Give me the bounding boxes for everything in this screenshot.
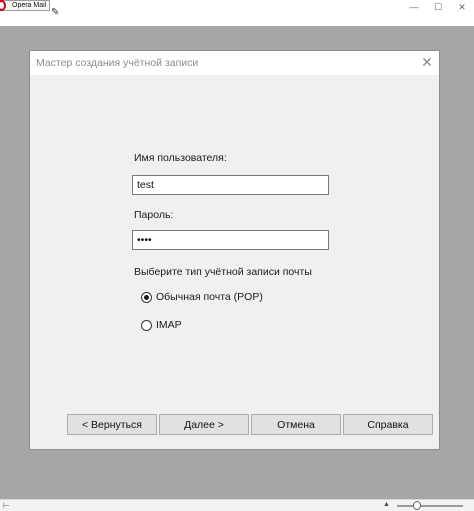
app-topbar: Opera Mail ✎ — ☐ ✕ <box>0 0 474 26</box>
close-icon[interactable]: ✕ <box>450 0 474 14</box>
dialog-titlebar: Мастер создания учётной записи ✕ <box>30 51 439 75</box>
radio-imap-option[interactable]: IMAP <box>141 319 182 331</box>
window-controls: — ☐ ✕ <box>402 0 474 14</box>
cancel-button[interactable]: Отмена <box>251 414 341 435</box>
opera-logo-icon <box>0 0 10 11</box>
radio-imap[interactable] <box>141 319 152 331</box>
panel-toggle-icon[interactable]: ⊢ <box>3 501 10 510</box>
username-field[interactable] <box>132 175 329 195</box>
statusbar: ⊢ ▲ <box>0 499 474 511</box>
password-label: Пароль: <box>134 209 174 221</box>
account-wizard-dialog: Мастер создания учётной записи ✕ Имя пол… <box>29 50 440 450</box>
app-tab[interactable]: Opera Mail <box>0 0 51 11</box>
dialog-button-row: < Вернуться Далее > Отмена Справка <box>67 414 433 435</box>
radio-pop[interactable] <box>141 291 152 303</box>
radio-pop-label: Обычная почта (POP) <box>156 291 263 303</box>
close-icon[interactable]: ✕ <box>419 54 435 70</box>
zoom-slider-track[interactable] <box>397 505 463 507</box>
minimize-icon[interactable]: — <box>402 0 426 14</box>
radio-pop-option[interactable]: Обычная почта (POP) <box>141 291 263 303</box>
maximize-icon[interactable]: ☐ <box>426 0 450 14</box>
compose-icon[interactable]: ✎ <box>51 7 62 18</box>
app-tab-label: Opera Mail <box>12 2 47 9</box>
zoom-slider-handle[interactable] <box>413 501 421 510</box>
help-button[interactable]: Справка <box>343 414 433 435</box>
password-field[interactable] <box>132 230 329 250</box>
dialog-title: Мастер создания учётной записи <box>36 57 199 69</box>
next-button[interactable]: Далее > <box>159 414 249 435</box>
radio-imap-label: IMAP <box>156 319 182 331</box>
zoom-up-icon[interactable]: ▲ <box>383 501 390 508</box>
username-label: Имя пользователя: <box>134 152 227 164</box>
back-button[interactable]: < Вернуться <box>67 414 157 435</box>
account-type-label: Выберите тип учётной записи почты <box>134 266 312 278</box>
